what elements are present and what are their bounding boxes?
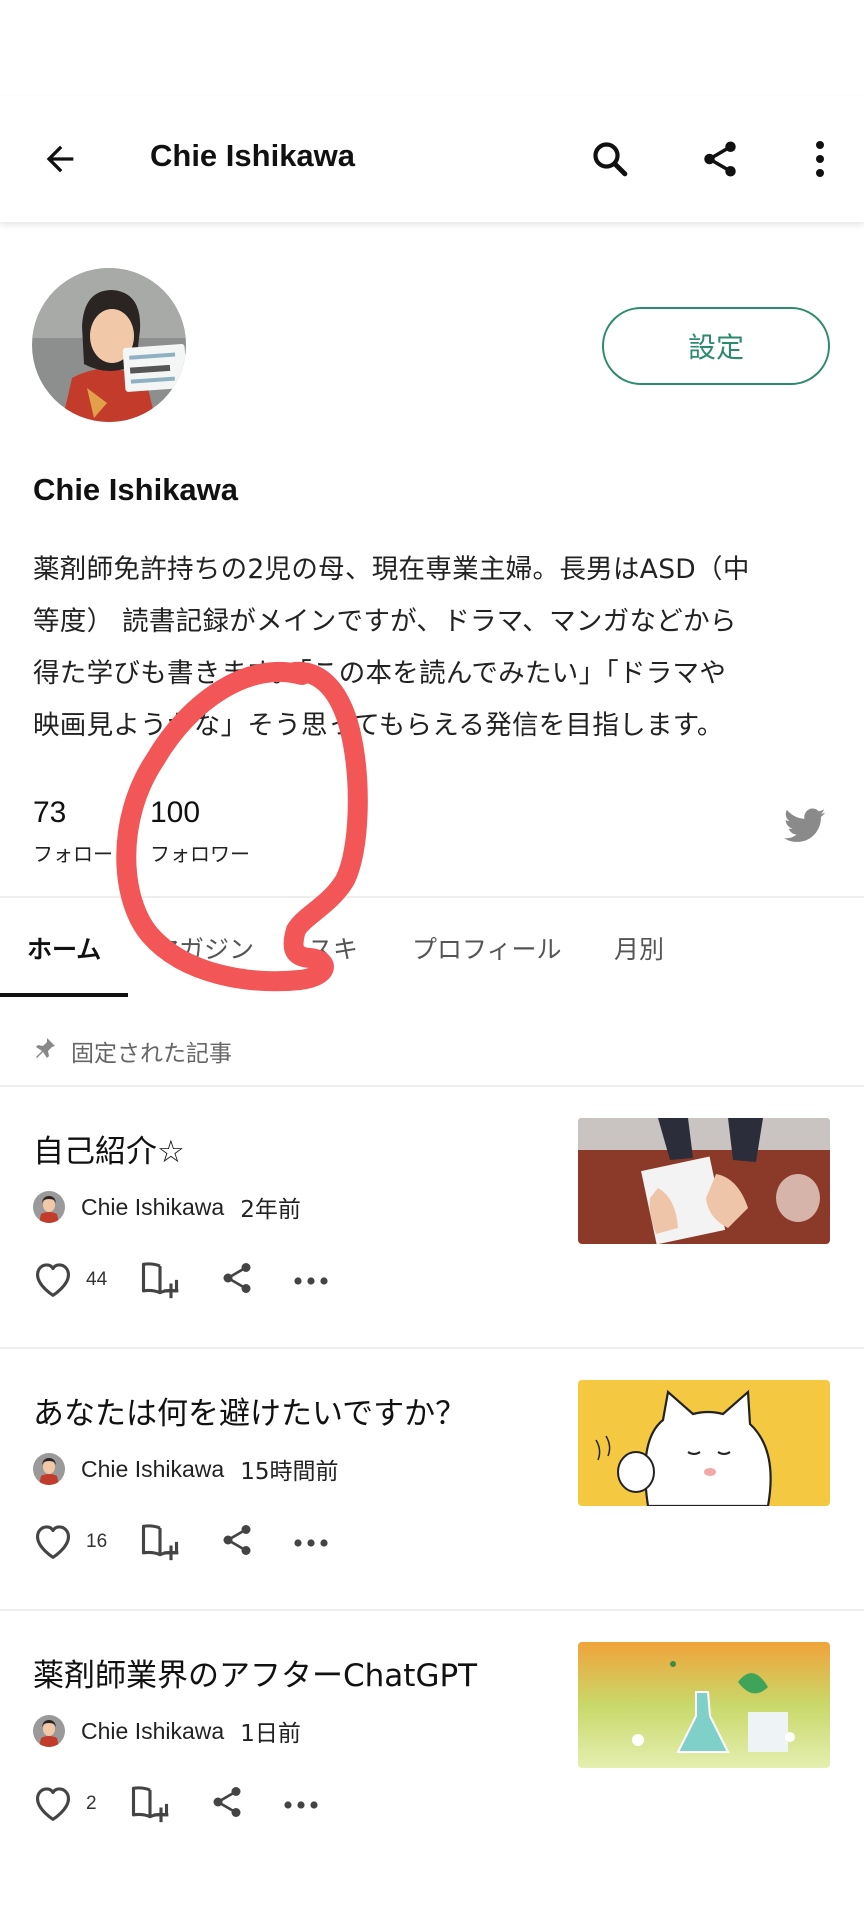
share-icon[interactable] [690, 129, 750, 189]
article-author: Chie Ishikawa 2年前 [33, 1190, 301, 1224]
followers-label: フォロワー [150, 842, 250, 866]
profile-bio: 薬剤師免許持ちの2児の母、現在専業主婦。長男はASD（中 等度） 読書記録がメイ… [33, 544, 833, 752]
author-avatar [33, 1715, 65, 1747]
divider [0, 896, 864, 898]
post-time: 1日前 [240, 1721, 301, 1747]
profile-name: Chie Ishikawa [33, 472, 239, 507]
heart-icon[interactable] [30, 1258, 76, 1302]
app-bar: Chie Ishikawa [0, 96, 864, 222]
heart-icon[interactable] [30, 1782, 76, 1826]
author-name[interactable]: Chie Ishikawa [81, 1194, 224, 1221]
pinned-header: 固定された記事 [33, 1034, 232, 1068]
article-title[interactable]: 自己紹介☆ [33, 1126, 185, 1171]
article-actions: 44 [30, 1256, 329, 1304]
magazine-add-icon[interactable] [137, 1256, 183, 1304]
pin-icon [33, 1036, 57, 1066]
tab-monthly[interactable]: 月別 [614, 930, 664, 966]
article-card[interactable]: あなたは何を避けたいですか？ Chie Ishikawa 15時間前 16 [0, 1348, 864, 1610]
article-thumbnail[interactable] [578, 1118, 830, 1244]
article-actions: 16 [30, 1518, 329, 1566]
back-arrow-icon[interactable] [30, 129, 90, 189]
magazine-add-icon[interactable] [137, 1518, 183, 1566]
following-stat[interactable]: 73 フォロー [33, 796, 113, 867]
share-icon[interactable] [209, 1784, 245, 1824]
article-title[interactable]: 薬剤師業界のアフターChatGPT [33, 1650, 477, 1695]
like-count: 2 [86, 1793, 97, 1814]
author-avatar [33, 1191, 65, 1223]
search-icon[interactable] [580, 129, 640, 189]
post-time: 15時間前 [240, 1459, 339, 1485]
article-card[interactable]: 自己紹介☆ Chie Ishikawa 2年前 44 [0, 1086, 864, 1348]
like-count: 16 [86, 1531, 108, 1552]
article-title[interactable]: あなたは何を避けたいですか？ [33, 1388, 466, 1433]
author-name[interactable]: Chie Ishikawa [81, 1718, 224, 1745]
heart-icon[interactable] [30, 1520, 76, 1564]
more-horizontal-icon[interactable] [293, 1271, 329, 1290]
avatar[interactable] [32, 268, 186, 422]
settings-button[interactable]: 設定 [602, 307, 830, 385]
tab-home[interactable]: ホーム [27, 930, 101, 966]
page-title: Chie Ishikawa [150, 138, 356, 173]
article-card[interactable]: 薬剤師業界のアフターChatGPT Chie Ishikawa 1日前 2 [0, 1610, 864, 1872]
more-vertical-icon[interactable] [800, 129, 840, 189]
article-actions: 2 [30, 1780, 319, 1828]
tab-likes[interactable]: スキ [308, 930, 358, 966]
tab-magazine[interactable]: マガジン [154, 930, 254, 966]
followers-count: 100 [150, 796, 201, 829]
bio-line: 等度） 読書記録がメインですが、ドラマ、マンガなどから [33, 606, 737, 637]
twitter-icon[interactable] [784, 808, 826, 848]
article-author: Chie Ishikawa 15時間前 [33, 1452, 338, 1486]
like-count: 44 [86, 1269, 108, 1290]
tab-profile[interactable]: プロフィール [412, 930, 562, 966]
bio-line: 得た学びも書きます。「この本を読んでみたい」「ドラマや [33, 658, 727, 689]
share-icon[interactable] [219, 1522, 255, 1562]
pinned-label: 固定された記事 [71, 1041, 232, 1067]
tab-underline [0, 993, 128, 997]
more-horizontal-icon[interactable] [293, 1533, 329, 1552]
author-name[interactable]: Chie Ishikawa [81, 1456, 224, 1483]
article-author: Chie Ishikawa 1日前 [33, 1714, 301, 1748]
magazine-add-icon[interactable] [127, 1780, 173, 1828]
following-label: フォロー [33, 842, 113, 866]
post-time: 2年前 [240, 1197, 301, 1223]
bio-line: 薬剤師免許持ちの2児の母、現在専業主婦。長男はASD（中 [33, 554, 750, 585]
followers-stat[interactable]: 100 フォロワー [150, 796, 250, 867]
following-count: 73 [33, 796, 67, 829]
bio-line: 映画見ようかな」そう思ってもらえる発信を目指します。 [33, 710, 724, 741]
article-thumbnail[interactable] [578, 1380, 830, 1506]
more-horizontal-icon[interactable] [283, 1795, 319, 1814]
article-thumbnail[interactable] [578, 1642, 830, 1768]
share-icon[interactable] [219, 1260, 255, 1300]
author-avatar [33, 1453, 65, 1485]
